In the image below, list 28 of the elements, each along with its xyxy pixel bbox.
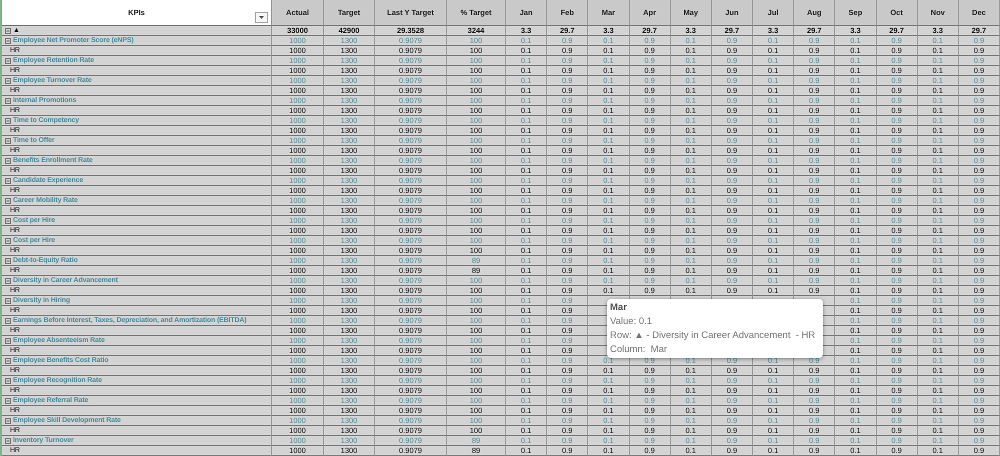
collapse-icon[interactable] <box>5 158 11 164</box>
collapse-icon[interactable] <box>5 358 11 364</box>
collapse-icon[interactable] <box>5 238 11 244</box>
tooltip-line: Value: 0.1 <box>610 315 654 329</box>
collapse-icon[interactable] <box>5 398 11 404</box>
filter-dropdown[interactable] <box>255 12 268 23</box>
tooltip-title: Mar <box>610 301 628 315</box>
collapse-icon[interactable] <box>5 318 11 324</box>
collapse-icon[interactable] <box>5 378 11 384</box>
collapse-icon[interactable] <box>5 298 11 304</box>
collapse-icon[interactable] <box>5 138 11 144</box>
collapse-icon[interactable] <box>5 28 11 34</box>
collapse-icon[interactable] <box>5 58 11 64</box>
collapse-icon[interactable] <box>5 258 11 264</box>
tooltip-line: Column: Mar <box>610 343 668 357</box>
collapse-icon[interactable] <box>5 218 11 224</box>
dropdown-arrow-icon <box>259 16 264 19</box>
collapse-icon[interactable] <box>5 38 11 44</box>
collapse-icon[interactable] <box>5 438 11 444</box>
collapse-icon[interactable] <box>5 78 11 84</box>
collapse-icon[interactable] <box>5 338 11 344</box>
collapse-icon[interactable] <box>5 178 11 184</box>
collapse-icon[interactable] <box>5 118 11 124</box>
collapse-icon[interactable] <box>5 98 11 104</box>
collapse-icon[interactable] <box>5 278 11 284</box>
collapse-icon[interactable] <box>5 198 11 204</box>
tooltip-line: Row: ▲ - Diversity in Career Advancement - HR <box>610 329 816 343</box>
collapse-icon[interactable] <box>5 418 11 424</box>
